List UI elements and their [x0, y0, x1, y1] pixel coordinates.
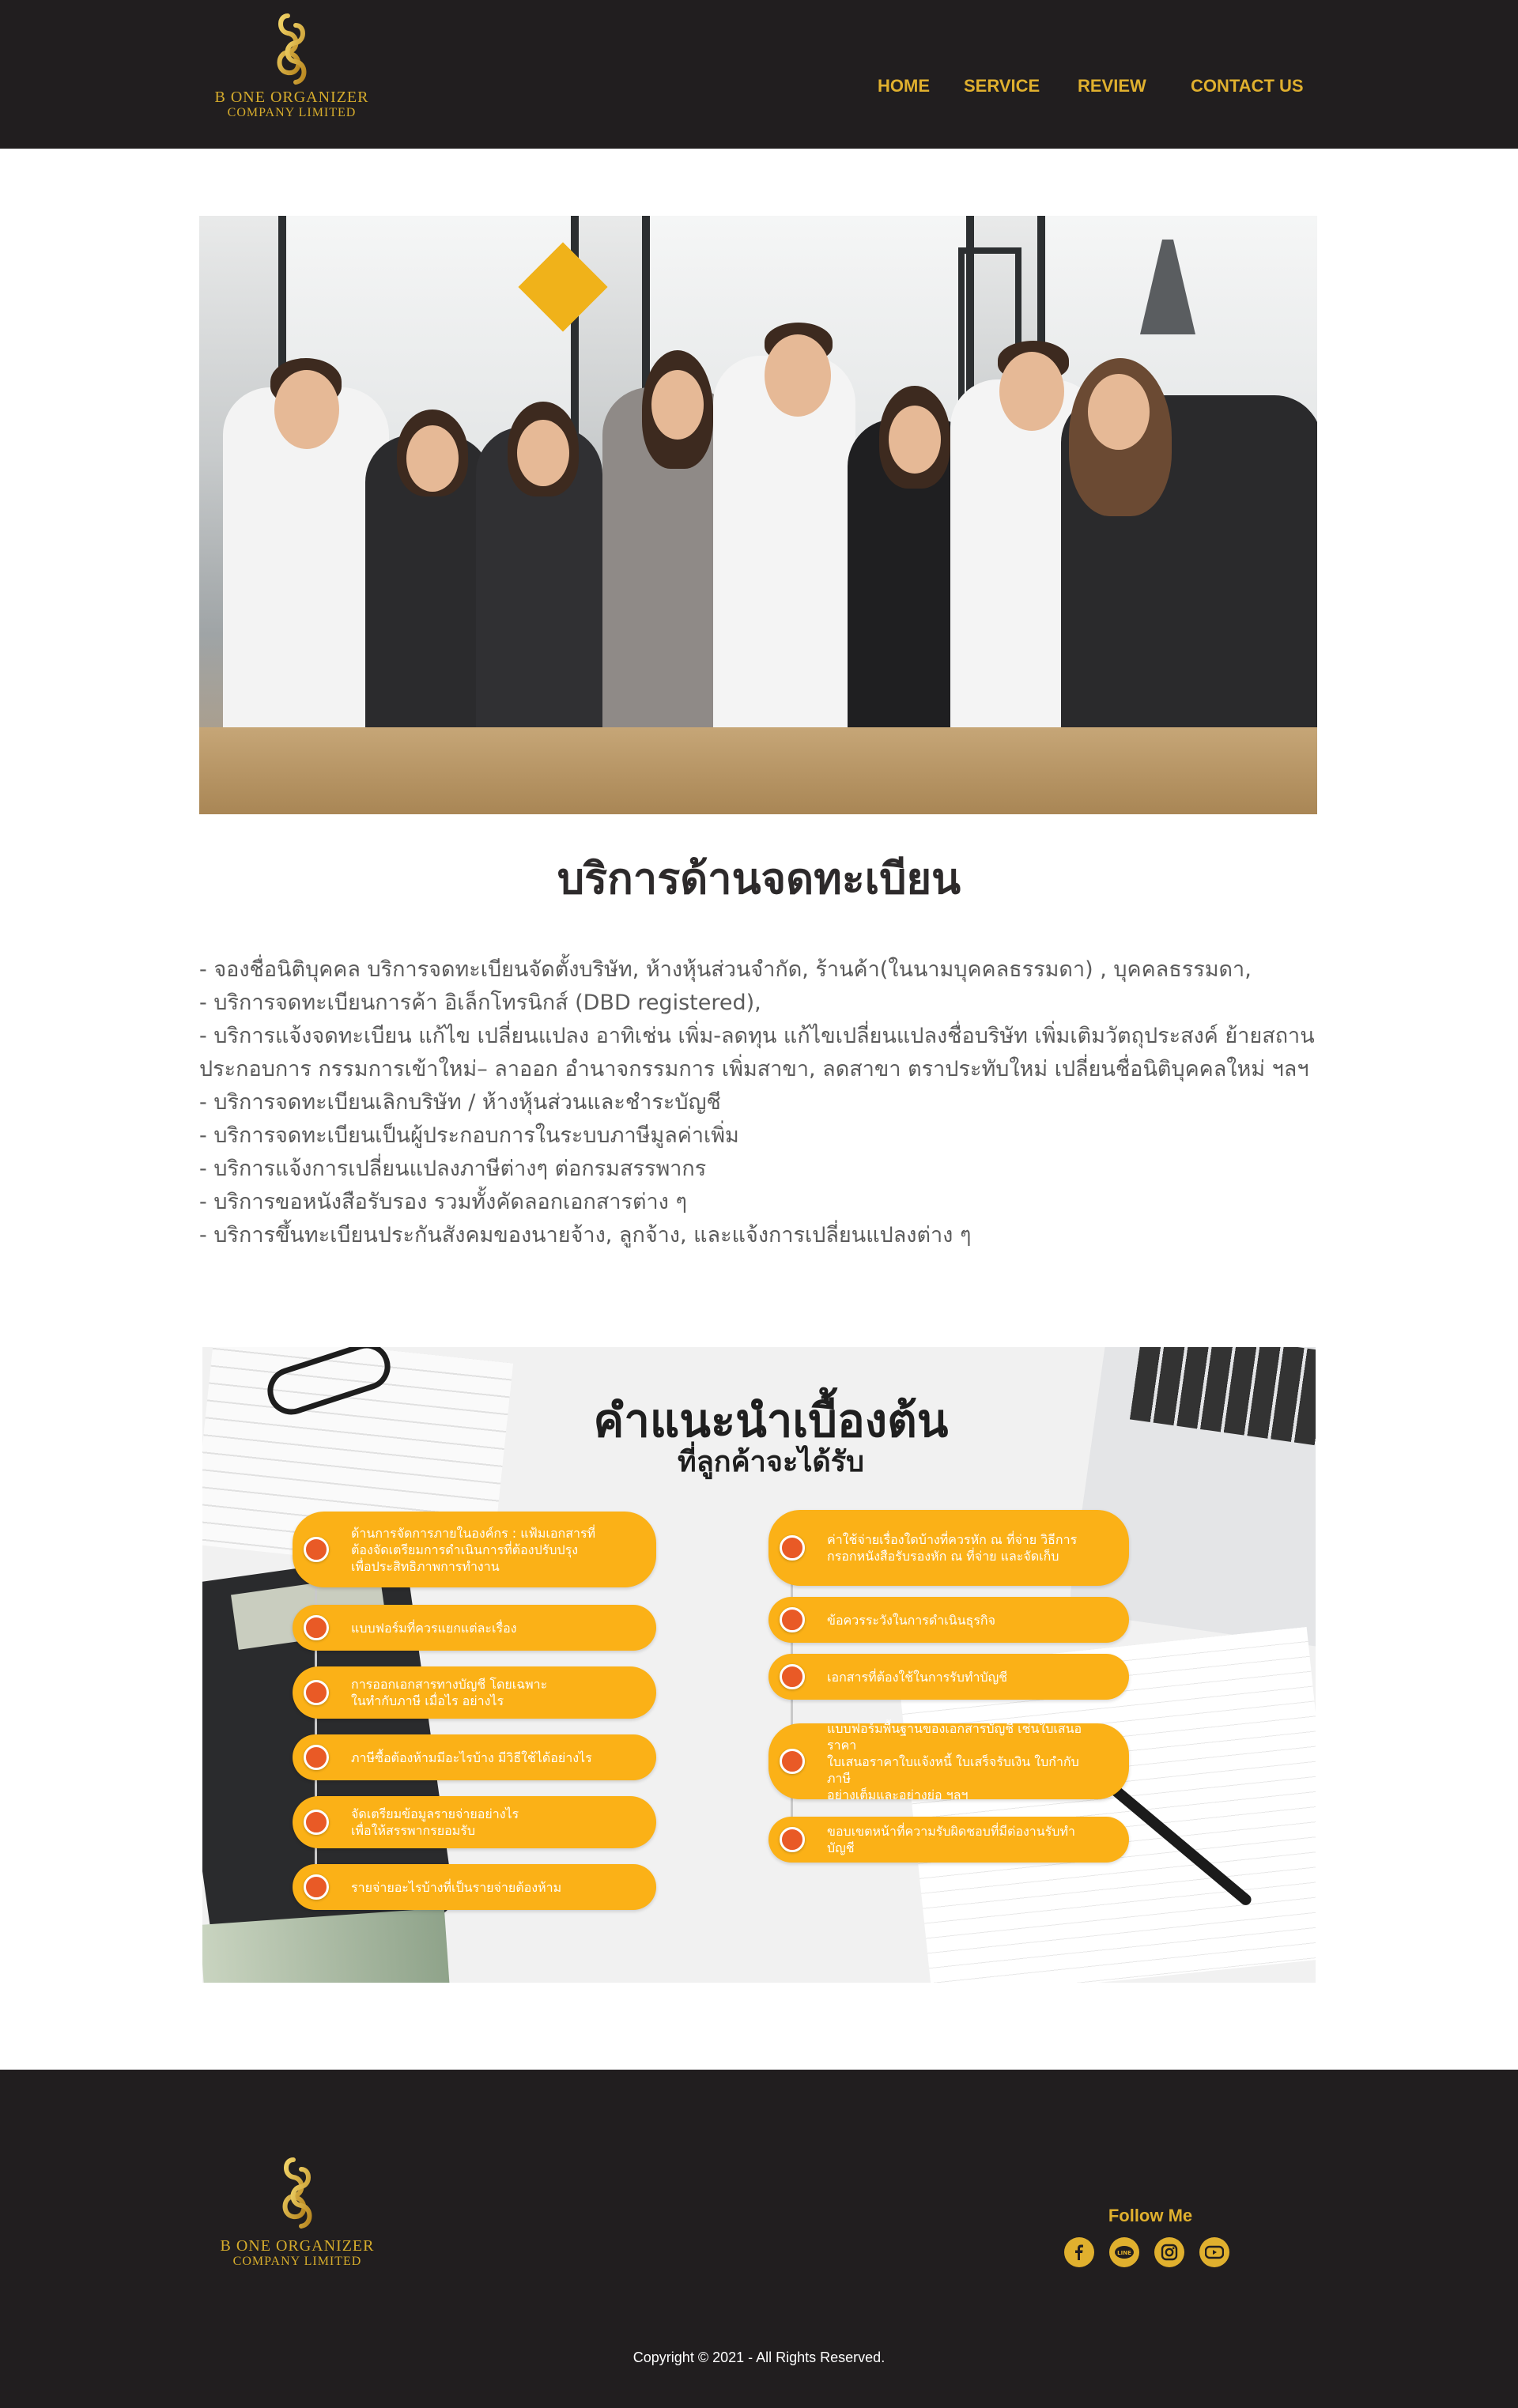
advice-pill: แบบฟอร์มพื้นฐานของเอกสารบัญชี เช่นใบเสนอ…	[768, 1721, 1129, 1802]
advice-pill: ค่าใช้จ่ายเรื่องใดบ้างที่ควรหัก ณ ที่จ่า…	[768, 1510, 1129, 1586]
site-header: B ONE ORGANIZER COMPANY LIMITED HOME SER…	[0, 0, 1518, 149]
services-list: - จองชื่อนิติบุคคล บริการจดทะเบียนจัดตั้…	[199, 953, 1322, 1252]
logo-text-line1: B ONE ORGANIZER	[220, 2237, 375, 2255]
logo-text-line2: COMPANY LIMITED	[227, 106, 357, 119]
service-line: - บริการจดทะเบียนการค้า อิเล็กโทรนิกส์ (…	[199, 991, 761, 1015]
footer-logo[interactable]: B ONE ORGANIZER COMPANY LIMITED	[202, 2149, 392, 2269]
advice-list-right: ค่าใช้จ่ายเรื่องใดบ้างที่ควรหัก ณ ที่จ่า…	[757, 1347, 1232, 1983]
timeline-dot	[304, 1680, 329, 1705]
advice-pill: จัดเตรียมข้อมูลรายจ่ายอย่างไร เพื่อให้สรร…	[293, 1796, 656, 1848]
hero-team-photo	[199, 216, 1317, 814]
service-line: - บริการจดทะเบียนเป็นผู้ประกอบการในระบบภ…	[199, 1123, 739, 1148]
timeline-dot	[780, 1607, 805, 1632]
service-line: ประกอบการ กรรมการเข้าใหม่– ลาออก อำนาจกร…	[199, 1057, 1309, 1081]
advice-pill: เอกสารที่ต้องใช้ในการรับทำบัญชี	[768, 1654, 1129, 1700]
follow-label: Follow Me	[1108, 2206, 1193, 2225]
service-line: - บริการขอหนังสือรับรอง รวมทั้งคัดลอกเอก…	[199, 1190, 687, 1214]
service-line: - จองชื่อนิติบุคคล บริการจดทะเบียนจัดตั้…	[199, 957, 1252, 982]
timeline-dot	[780, 1827, 805, 1852]
service-line: - บริการจดทะเบียนเลิกบริษัท / ห้างหุ้นส่…	[199, 1090, 721, 1115]
advice-infographic: คำแนะนำเบื้องต้น ที่ลูกค้าจะได้รับ ด้านก…	[202, 1347, 1316, 1983]
youtube-icon[interactable]	[1199, 2237, 1229, 2267]
logo-monogram-icon	[282, 2157, 312, 2229]
service-line: - บริการขึ้นทะเบียนประกันสังคมของนายจ้าง…	[199, 1223, 972, 1247]
advice-pill: ขอบเขตหน้าที่ความรับผิดชอบที่มีต่องานรับ…	[768, 1817, 1129, 1863]
advice-pill: ข้อควรระวังในการดำเนินธุรกิจ	[768, 1597, 1129, 1643]
page-title: บริการด้านจดทะเบียน	[557, 854, 961, 904]
advice-pill: รายจ่ายอะไรบ้างที่เป็นรายจ่ายต้องห้าม	[293, 1864, 656, 1910]
nav-review[interactable]: REVIEW	[1078, 76, 1146, 96]
timeline-dot	[304, 1810, 329, 1835]
svg-text:LINE: LINE	[1117, 2250, 1131, 2256]
copyright-text: Copyright © 2021 - All Rights Reserved.	[632, 2349, 886, 2365]
timeline-dot	[780, 1749, 805, 1774]
timeline-dot	[780, 1664, 805, 1689]
advice-pill: ด้านการจัดการภายในองค์กร : แฟ้มเอกสารที่…	[293, 1512, 656, 1587]
timeline-dot	[304, 1615, 329, 1640]
logo-text-line2: COMPANY LIMITED	[232, 2255, 362, 2268]
timeline-dot	[304, 1745, 329, 1770]
timeline-dot	[304, 1537, 329, 1562]
line-icon[interactable]: LINE	[1109, 2237, 1139, 2267]
facebook-icon[interactable]	[1064, 2237, 1094, 2267]
nav-home[interactable]: HOME	[878, 76, 930, 96]
advice-list-left: ด้านการจัดการภายในองค์กร : แฟ้มเอกสารที่…	[281, 1347, 756, 1983]
nav-contact-us[interactable]: CONTACT US	[1191, 76, 1304, 96]
advice-pill: การออกเอกสารทางบัญชี โดยเฉพาะ ในทำกับภาษี…	[293, 1666, 656, 1719]
site-footer: B ONE ORGANIZER COMPANY LIMITED Follow M…	[0, 2070, 1518, 2408]
instagram-icon[interactable]	[1154, 2237, 1184, 2267]
nav-service[interactable]: SERVICE	[964, 76, 1040, 96]
advice-pill: แบบฟอร์มที่ควรแยกแต่ละเรื่อง	[293, 1605, 656, 1651]
company-logo[interactable]: B ONE ORGANIZER COMPANY LIMITED	[201, 9, 383, 120]
service-line: - บริการแจ้งจดทะเบียน แก้ไข เปลี่ยนแปลง …	[199, 1024, 1315, 1048]
main-nav: HOME SERVICE REVIEW CONTACT US	[0, 76, 1518, 100]
timeline-dot	[304, 1874, 329, 1900]
advice-pill: ภาษีซื้อต้องห้ามมีอะไรบ้าง มีวิธีใช้ได้อ…	[293, 1734, 656, 1780]
timeline-dot	[780, 1535, 805, 1561]
page: B ONE ORGANIZER COMPANY LIMITED HOME SER…	[0, 0, 1518, 2408]
service-line: - บริการแจ้งการเปลี่ยนแปลงภาษีต่างๆ ต่อก…	[199, 1157, 707, 1181]
